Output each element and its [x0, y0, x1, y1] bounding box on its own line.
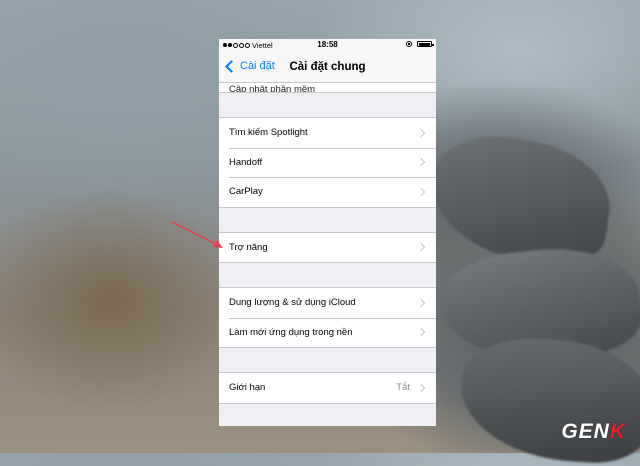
annotation-arrow-icon	[171, 221, 223, 248]
settings-group: Dung lượng & sử dụng iCloud Làm mới ứng …	[219, 287, 436, 348]
chevron-left-icon	[225, 59, 238, 73]
back-button-label: Cài đặt	[240, 60, 275, 72]
section-gap	[219, 263, 436, 287]
chevron-right-icon	[416, 383, 426, 392]
settings-row-background-refresh[interactable]: Làm mới ứng dụng trong nền	[219, 317, 436, 348]
row-label: Trợ năng	[229, 241, 268, 253]
settings-row-spotlight[interactable]: Tìm kiếm Spotlight	[219, 118, 436, 148]
chevron-right-icon	[416, 158, 426, 167]
phone-screen: Viettel 18:58 Cài đặt Cài đặt chung Cập …	[219, 39, 436, 426]
row-label: Dung lượng & sử dụng iCloud	[229, 297, 356, 309]
settings-group: Cập nhật phần mềm	[219, 83, 436, 93]
row-label: Handoff	[229, 156, 263, 168]
section-gap	[219, 403, 436, 426]
status-time: 18:58	[317, 40, 338, 49]
back-button[interactable]: Cài đặt	[224, 59, 275, 73]
settings-row-software-update[interactable]: Cập nhật phần mềm	[219, 83, 436, 92]
chevron-right-icon	[416, 298, 426, 307]
rotation-lock-icon	[406, 41, 412, 47]
genk-watermark-logo: GENK	[561, 420, 626, 443]
background-rock	[422, 128, 618, 272]
row-label: Giới hạn	[229, 382, 266, 394]
settings-row-handoff[interactable]: Handoff	[219, 147, 436, 178]
row-label: CarPlay	[229, 186, 263, 198]
chevron-right-icon	[416, 243, 426, 252]
row-label: Cập nhật phần mềm	[229, 84, 316, 92]
row-label: Làm mới ứng dụng trong nền	[229, 326, 353, 338]
status-right	[406, 41, 434, 47]
settings-row-restrictions[interactable]: Giới hạn Tắt	[219, 373, 436, 403]
settings-row-icloud-storage[interactable]: Dung lượng & sử dụng iCloud	[219, 288, 436, 318]
settings-list: Cập nhật phần mềm Tìm kiếm Spotlight Han…	[219, 83, 436, 426]
row-label: Tìm kiếm Spotlight	[229, 127, 308, 139]
section-gap	[219, 207, 436, 232]
background-rock	[456, 333, 640, 466]
chevron-right-icon	[416, 328, 426, 337]
chevron-right-icon	[416, 187, 426, 196]
settings-group: Giới hạn Tắt	[219, 372, 436, 404]
settings-row-carplay[interactable]: CarPlay	[219, 177, 436, 207]
section-gap	[219, 348, 436, 372]
settings-row-accessibility[interactable]: Trợ năng	[219, 233, 436, 263]
battery-icon	[417, 41, 434, 47]
status-bar: Viettel 18:58	[219, 39, 436, 53]
section-gap	[219, 93, 436, 117]
settings-group: Trợ năng	[219, 231, 436, 263]
navigation-bar: Cài đặt Cài đặt chung	[219, 53, 436, 83]
row-value: Tắt	[396, 382, 410, 394]
chevron-right-icon	[416, 128, 426, 137]
settings-group: Tìm kiếm Spotlight Handoff CarPlay	[219, 117, 436, 208]
